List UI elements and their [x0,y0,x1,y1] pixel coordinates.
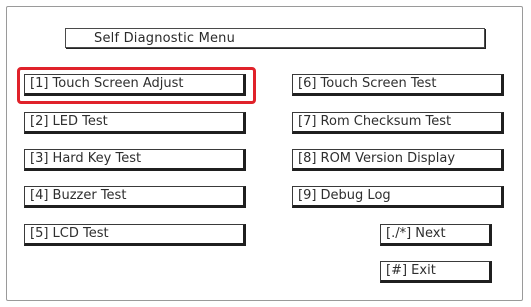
menu-button-touch-screen-test[interactable]: [6] Touch Screen Test [292,74,504,96]
page-title: Self Diagnostic Menu [94,31,236,46]
menu-button-debug-log[interactable]: [9] Debug Log [292,186,504,208]
menu-button-led-test[interactable]: [2] LED Test [24,112,246,134]
menu-button-buzzer-test[interactable]: [4] Buzzer Test [24,186,246,208]
menu-title-bar: Self Diagnostic Menu [65,28,485,48]
exit-button[interactable]: [#] Exit [380,261,492,283]
menu-button-hard-key-test[interactable]: [3] Hard Key Test [24,149,246,171]
menu-button-rom-version-display[interactable]: [8] ROM Version Display [292,149,504,171]
menu-button-rom-checksum-test[interactable]: [7] Rom Checksum Test [292,112,504,134]
menu-button-touch-screen-adjust[interactable]: [1] Touch Screen Adjust [24,74,246,96]
menu-button-lcd-test[interactable]: [5] LCD Test [24,224,246,246]
next-button[interactable]: [./*] Next [380,224,492,246]
